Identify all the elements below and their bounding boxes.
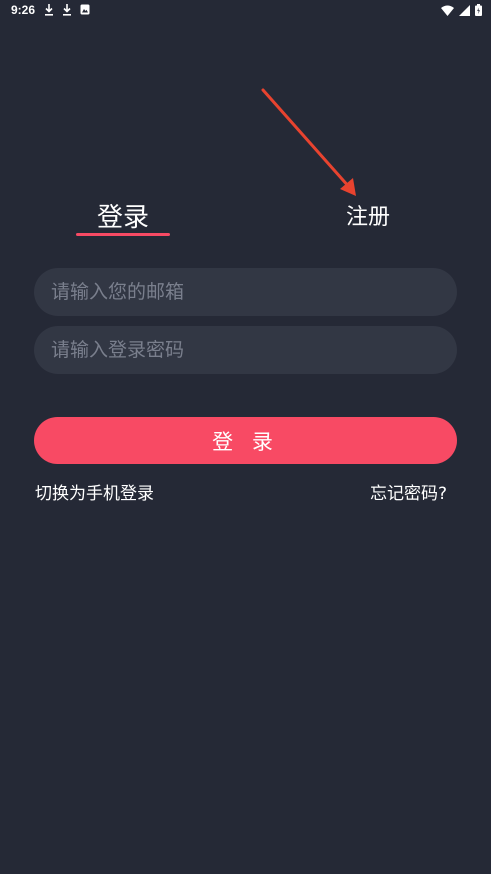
annotation-arrow-icon — [261, 88, 356, 196]
download-icon — [63, 4, 71, 16]
tab-register[interactable]: 注册 — [336, 200, 400, 236]
email-field-container — [34, 267, 457, 317]
signal-icon — [459, 4, 470, 16]
login-button[interactable]: 登 录 — [34, 417, 457, 464]
status-system-icons — [441, 4, 482, 16]
tab-login-label: 登录 — [96, 203, 149, 233]
switch-phone-login-link[interactable]: 切换为手机登录 — [35, 482, 154, 506]
status-notification-icons — [44, 4, 90, 16]
wifi-icon — [441, 5, 454, 16]
battery-icon — [475, 4, 482, 16]
forgot-password-link[interactable]: 忘记密码? — [370, 482, 447, 506]
status-bar: 9:26 — [0, 0, 491, 22]
password-field-container — [34, 325, 457, 375]
tab-login[interactable]: 登录 — [76, 200, 170, 236]
tab-active-indicator — [76, 233, 170, 236]
password-input[interactable] — [49, 325, 457, 375]
login-screen: 9:26 登录 注册 请输入您的邮箱 登 录 切换为手机登录 忘记密码? — [0, 0, 491, 874]
photo-icon — [80, 4, 90, 15]
tab-register-label: 注册 — [345, 205, 390, 230]
download-icon — [45, 4, 53, 16]
status-time: 9:26 — [11, 3, 36, 17]
email-input[interactable] — [49, 267, 457, 317]
